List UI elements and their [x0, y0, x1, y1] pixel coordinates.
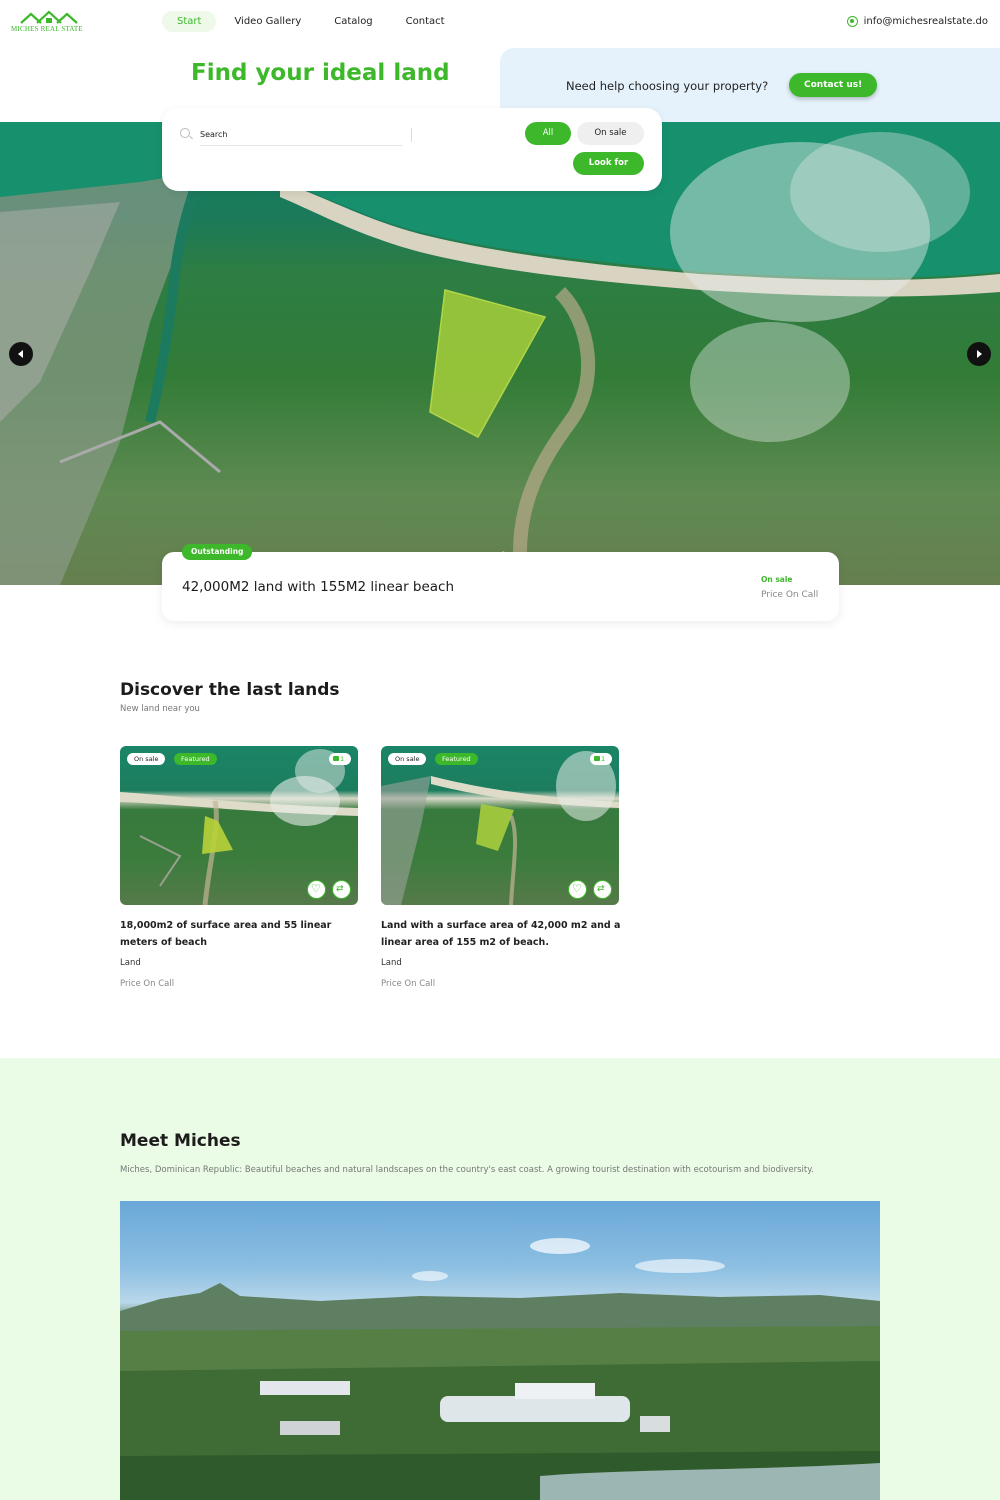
on-sale-tag: On sale [388, 753, 427, 765]
look-for-button[interactable]: Look for [573, 152, 644, 175]
property-card-image[interactable]: On sale Featured 1 [120, 746, 358, 905]
whatsapp-icon [846, 16, 858, 27]
featured-property-price: Price On Call [761, 590, 819, 600]
property-card-title[interactable]: Land with a surface area of 42,000 m2 an… [381, 917, 621, 951]
help-text: Need help choosing your property? [566, 79, 769, 93]
landscape-illustration [120, 1238, 880, 1500]
property-card-title[interactable]: 18,000m2 of surface area and 55 linear m… [120, 917, 360, 951]
featured-property-title[interactable]: 42,000M2 land with 155M2 linear beach [182, 579, 454, 595]
compare-button[interactable] [332, 880, 351, 899]
meet-title: Meet Miches [120, 1131, 241, 1151]
on-sale-tag: On sale [127, 753, 166, 765]
contact-us-button[interactable]: Contact us! [789, 73, 878, 97]
search-input[interactable] [200, 124, 402, 146]
nav-video-gallery[interactable]: Video Gallery [219, 11, 316, 32]
search-card: All On sale Look for [162, 108, 662, 191]
hero-title: Find your ideal land [191, 60, 450, 86]
discover-title: Discover the last lands [120, 680, 340, 700]
hero-aerial-image [0, 122, 1000, 585]
main-nav: Start Video Gallery Catalog Contact [162, 11, 463, 32]
nav-contact[interactable]: Contact [391, 11, 460, 32]
meet-description: Miches, Dominican Republic: Beautiful be… [120, 1165, 814, 1175]
houses-logo-icon [20, 10, 78, 24]
property-card-type: Land [381, 958, 402, 968]
property-card-type: Land [120, 958, 141, 968]
header-contact[interactable]: info@michesrealstate.do [846, 16, 988, 27]
search-icon [180, 128, 190, 138]
photo-count-badge: 1 [329, 753, 351, 765]
nav-catalog[interactable]: Catalog [319, 11, 387, 32]
featured-property-card[interactable]: 42,000M2 land with 155M2 linear beach On… [162, 552, 839, 621]
property-card-image[interactable]: On sale Featured 1 [381, 746, 619, 905]
outstanding-badge: Outstanding [182, 544, 253, 560]
discover-subtitle: New land near you [120, 704, 200, 714]
compare-button[interactable] [593, 880, 612, 899]
property-card-price: Price On Call [381, 979, 436, 989]
favorite-button[interactable] [307, 880, 326, 899]
logo[interactable]: MICHES REAL STATE [11, 10, 85, 36]
favorite-button[interactable] [568, 880, 587, 899]
miches-landscape-photo [120, 1201, 880, 1500]
featured-property-status: On sale [761, 575, 793, 584]
photo-count-badge: 1 [590, 753, 612, 765]
featured-tag: Featured [435, 753, 478, 765]
featured-tag: Featured [174, 753, 217, 765]
aerial-illustration [0, 122, 1000, 585]
nav-start[interactable]: Start [162, 11, 217, 32]
filter-all-button[interactable]: All [525, 122, 571, 145]
next-slide-button[interactable] [967, 342, 991, 366]
meet-miches-section: Meet Miches Miches, Dominican Republic: … [0, 1058, 1000, 1500]
filter-on-sale-button[interactable]: On sale [577, 122, 644, 145]
search-divider [411, 128, 412, 142]
prev-slide-button[interactable] [9, 342, 33, 366]
logo-text: MICHES REAL STATE [11, 25, 83, 33]
header-email[interactable]: info@michesrealstate.do [864, 16, 988, 27]
property-card-price: Price On Call [120, 979, 175, 989]
